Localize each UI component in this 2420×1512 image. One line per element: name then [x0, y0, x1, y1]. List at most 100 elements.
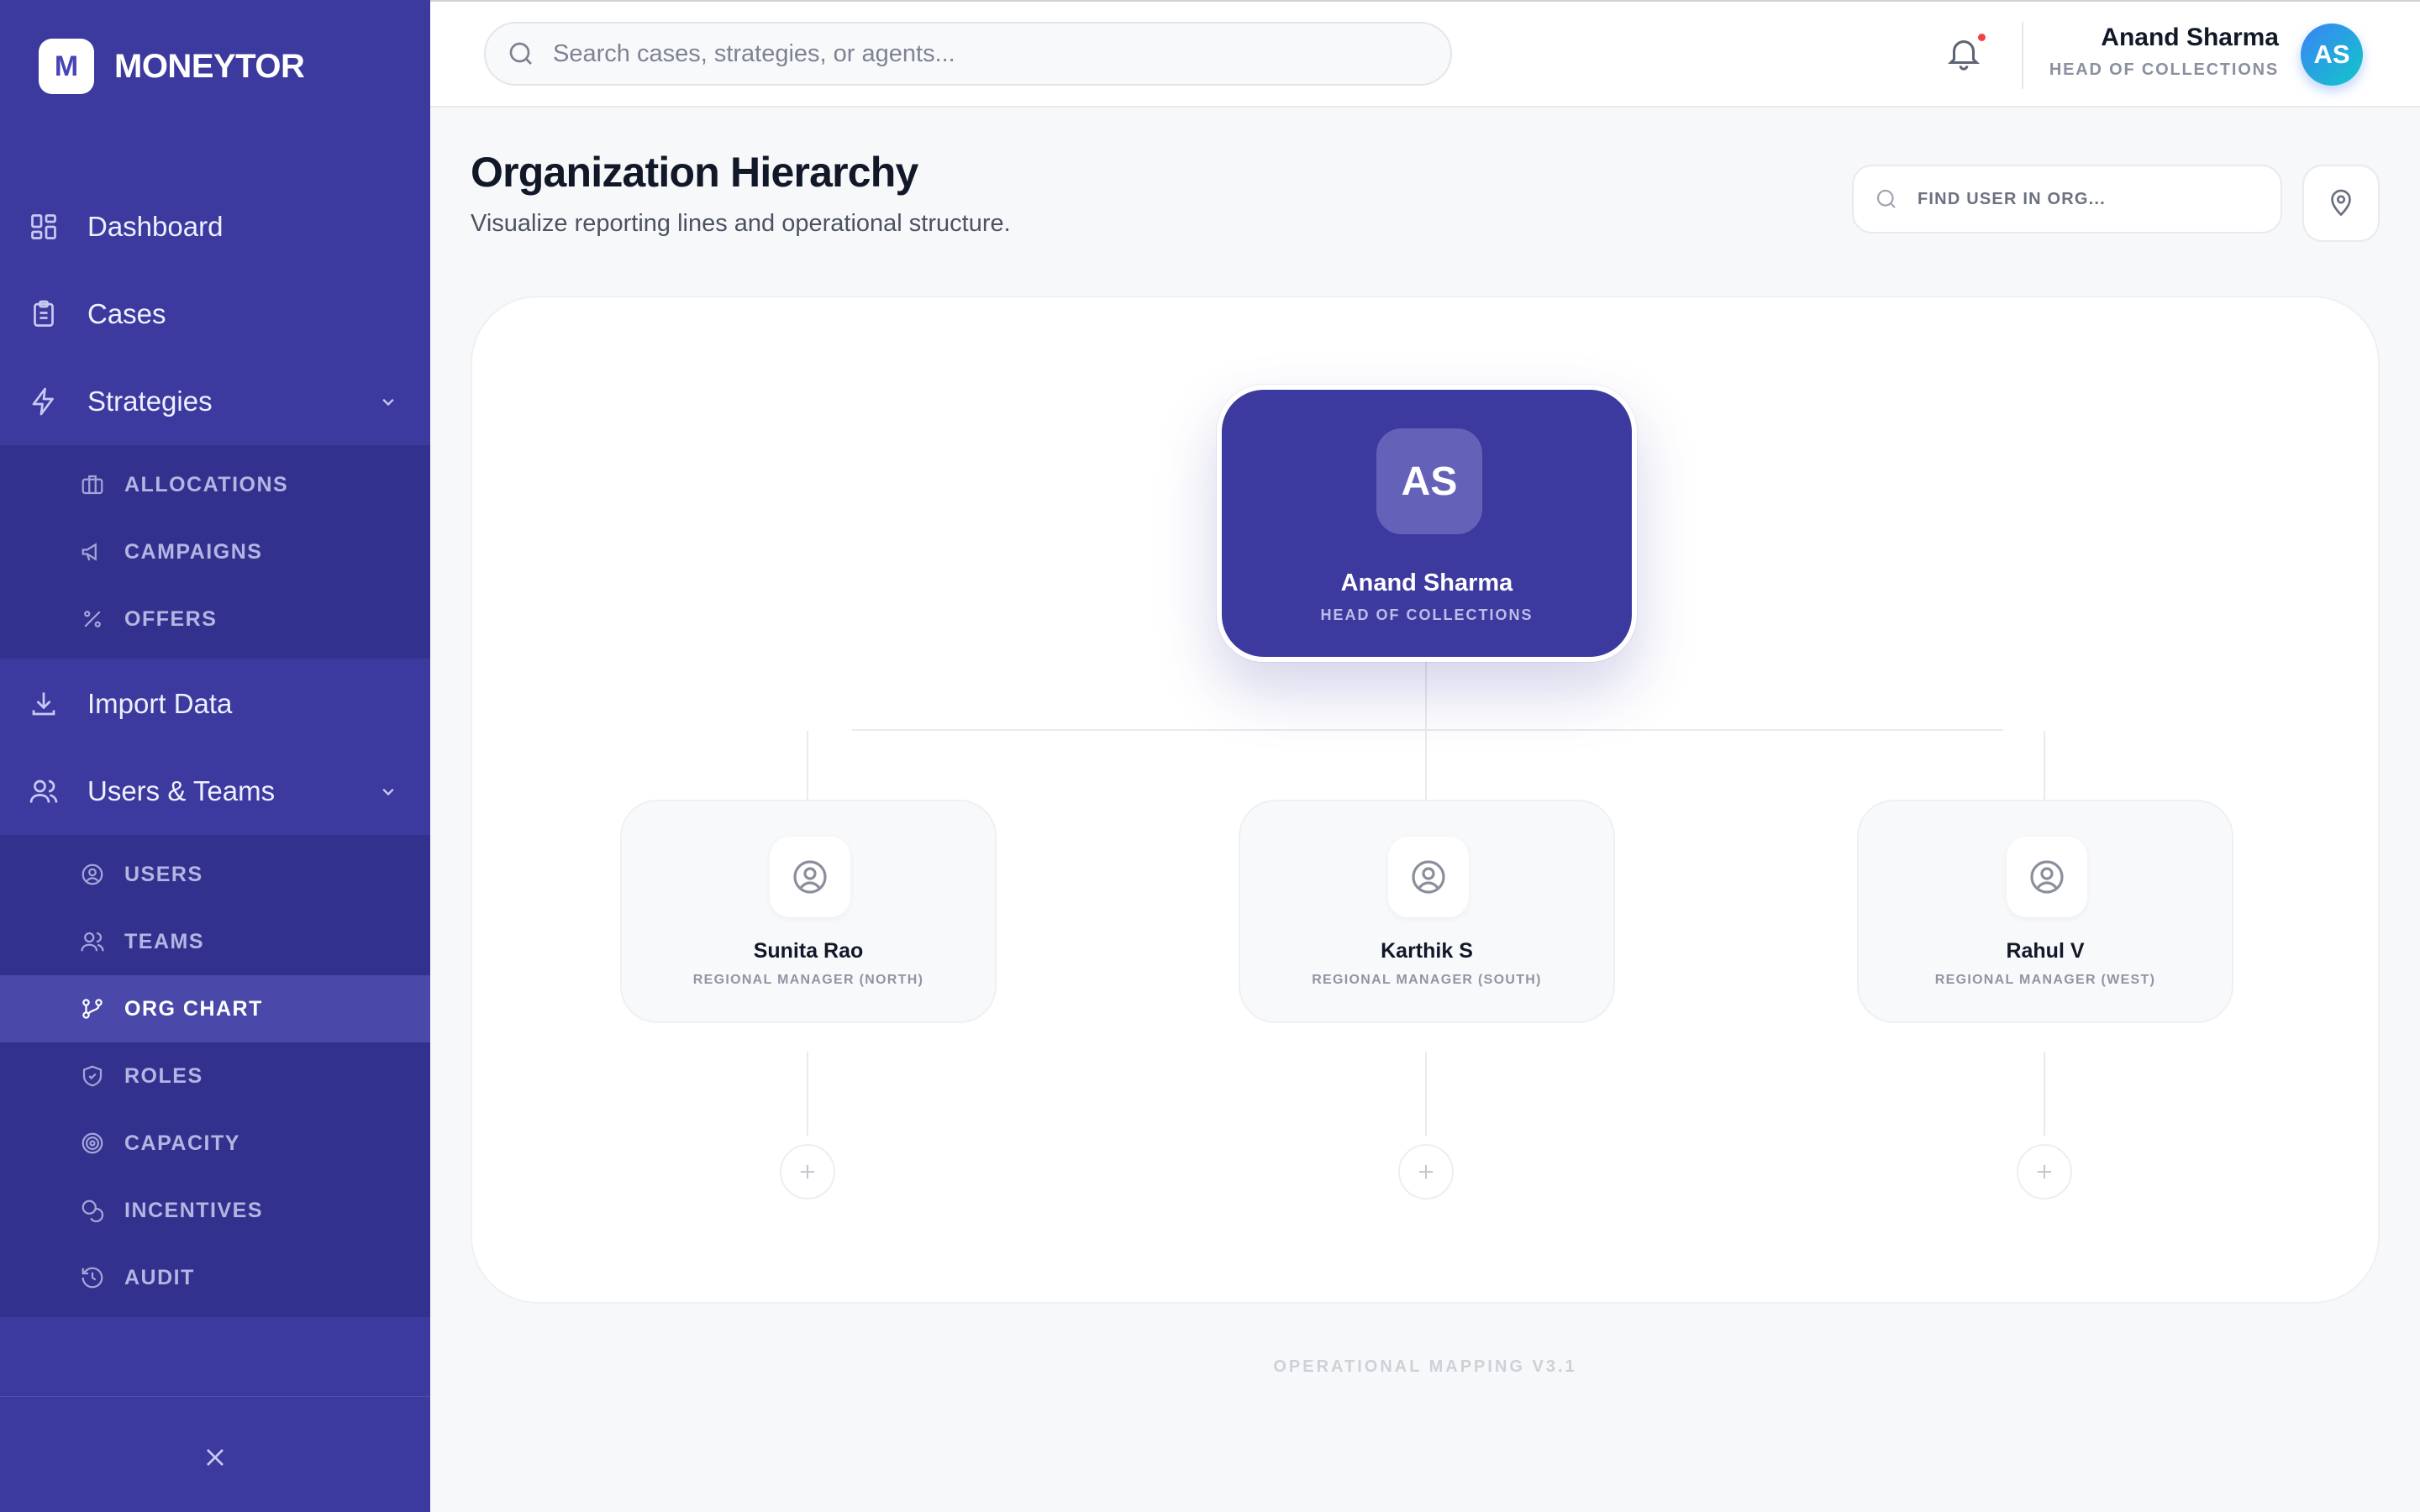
avatar: AS — [1376, 428, 1482, 534]
sidebar-footer — [0, 1396, 430, 1512]
org-node-card[interactable]: Sunita Rao REGIONAL MANAGER (NORTH) — [620, 800, 997, 1023]
sidebar-item-label: Strategies — [87, 386, 213, 417]
org-node-role: HEAD OF COLLECTIONS — [1320, 606, 1534, 623]
user-circle-icon — [770, 837, 850, 917]
sidebar-subitem-label: CAMPAIGNS — [124, 539, 263, 564]
sidebar: M MONEYTOR Dashboard Cases Strategies AL… — [0, 0, 430, 1512]
sidebar-subitem-label: TEAMS — [124, 929, 204, 953]
user-circle-icon — [1388, 837, 1469, 917]
sidebar-subitem-offers[interactable]: OFFERS — [0, 585, 430, 653]
sidebar-item-cases[interactable]: Cases — [0, 270, 430, 358]
org-node-role: REGIONAL MANAGER (WEST) — [1934, 973, 2156, 987]
add-report-button[interactable] — [2017, 1144, 2072, 1200]
chevron-down-icon — [376, 780, 400, 803]
sidebar-subitem-teams[interactable]: TEAMS — [0, 908, 430, 975]
top-bar: Anand Sharma HEAD OF COLLECTIONS AS — [430, 0, 2420, 108]
users-icon — [27, 774, 60, 808]
sidebar-subitem-label: OFFERS — [124, 606, 218, 631]
org-root-card[interactable]: AS Anand Sharma HEAD OF COLLECTIONS — [1217, 385, 1637, 662]
coins-icon — [79, 1197, 106, 1224]
global-search[interactable] — [484, 22, 1452, 86]
sidebar-item-users-teams[interactable]: Users & Teams — [0, 748, 430, 835]
lightning-icon — [27, 385, 60, 418]
bell-icon[interactable] — [1944, 34, 1983, 72]
sidebar-item-label: Users & Teams — [87, 775, 276, 806]
add-report-button[interactable] — [780, 1144, 835, 1200]
plus-icon — [1418, 1164, 1434, 1179]
close-icon[interactable] — [200, 1442, 230, 1473]
notification-badge — [1978, 34, 1986, 41]
brand-logo: M — [39, 39, 94, 94]
org-node-card[interactable]: Karthik S REGIONAL MANAGER (SOUTH) — [1239, 800, 1615, 1023]
org-node-role: REGIONAL MANAGER (NORTH) — [692, 973, 924, 987]
sidebar-item-label: Dashboard — [87, 211, 224, 242]
org-node-name: Sunita Rao — [753, 939, 864, 963]
org-node-name: Karthik S — [1381, 939, 1473, 963]
sidebar-subitem-users[interactable]: USERS — [0, 841, 430, 908]
org-node-role: REGIONAL MANAGER (SOUTH) — [1312, 973, 1542, 987]
grid-icon — [27, 210, 60, 244]
plus-icon — [800, 1164, 815, 1179]
team-icon — [79, 928, 106, 955]
download-icon — [27, 687, 60, 721]
sidebar-item-import-data[interactable]: Import Data — [0, 660, 430, 748]
brand[interactable]: M MONEYTOR — [39, 39, 305, 94]
strategies-submenu: ALLOCATIONS CAMPAIGNS OFFERS — [0, 445, 430, 659]
sidebar-subitem-campaigns[interactable]: CAMPAIGNS — [0, 518, 430, 585]
sidebar-subitem-label: USERS — [124, 862, 203, 886]
sidebar-item-strategies[interactable]: Strategies — [0, 358, 430, 445]
page-subtitle: Visualize reporting lines and operationa… — [471, 210, 1011, 237]
connector-line — [852, 729, 2003, 731]
user-circle-icon — [2007, 837, 2087, 917]
sidebar-subitem-label: INCENTIVES — [124, 1198, 264, 1222]
sidebar-subitem-incentives[interactable]: INCENTIVES — [0, 1177, 430, 1244]
org-node-card[interactable]: Rahul V REGIONAL MANAGER (WEST) — [1857, 800, 2233, 1023]
sidebar-subitem-capacity[interactable]: CAPACITY — [0, 1110, 430, 1177]
plus-icon — [2037, 1164, 2052, 1179]
find-user-input[interactable] — [1918, 189, 2270, 209]
sidebar-item-dashboard[interactable]: Dashboard — [0, 183, 430, 270]
history-icon — [79, 1264, 106, 1291]
org-chart-canvas: AS Anand Sharma HEAD OF COLLECTIONS Suni… — [471, 296, 2380, 1304]
sidebar-subitem-label: ROLES — [124, 1063, 203, 1088]
find-user-search[interactable] — [1852, 165, 2282, 234]
add-report-button[interactable] — [1398, 1144, 1454, 1200]
search-icon — [1874, 186, 1899, 212]
briefcase-icon — [79, 471, 106, 498]
brand-name: MONEYTOR — [114, 47, 305, 85]
percent-icon — [79, 606, 106, 633]
connector-line — [2044, 731, 2045, 800]
org-node-name: Rahul V — [2006, 939, 2085, 963]
clipboard-icon — [27, 297, 60, 331]
org-node-name: Anand Sharma — [1340, 570, 1513, 596]
sidebar-item-label: Import Data — [87, 688, 233, 719]
sidebar-subitem-roles[interactable]: ROLES — [0, 1042, 430, 1110]
sidebar-subitem-org-chart[interactable]: ORG CHART — [0, 975, 430, 1042]
target-icon — [79, 1130, 106, 1157]
map-pin-icon — [2326, 188, 2356, 218]
connector-line — [807, 731, 808, 800]
chevron-down-icon — [376, 390, 400, 413]
connector-line — [1425, 662, 1427, 803]
avatar[interactable]: AS — [2301, 24, 2363, 86]
sidebar-item-label: Cases — [87, 298, 166, 329]
sidebar-subitem-allocations[interactable]: ALLOCATIONS — [0, 451, 430, 518]
connector-line — [1425, 1052, 1427, 1136]
connector-line — [807, 1052, 808, 1136]
sidebar-subitem-label: CAPACITY — [124, 1131, 240, 1155]
sidebar-subitem-label: ORG CHART — [124, 996, 263, 1021]
user-role: HEAD OF COLLECTIONS — [2049, 60, 2279, 79]
sidebar-subitem-label: ALLOCATIONS — [124, 472, 289, 496]
footer-version: OPERATIONAL MAPPING V3.1 — [1273, 1357, 1577, 1376]
connector-line — [2044, 1052, 2045, 1136]
sidebar-subitem-label: AUDIT — [124, 1265, 195, 1289]
locate-button[interactable] — [2302, 165, 2380, 242]
shield-icon — [79, 1063, 106, 1089]
org-chart-icon — [79, 995, 106, 1022]
user-name: Anand Sharma — [2101, 24, 2279, 51]
user-circle-icon — [79, 861, 106, 888]
users-teams-submenu: USERS TEAMS ORG CHART ROLES CAPACITY INC… — [0, 835, 430, 1317]
search-input[interactable] — [553, 39, 1393, 68]
search-icon — [506, 39, 536, 69]
sidebar-subitem-audit[interactable]: AUDIT — [0, 1244, 430, 1311]
